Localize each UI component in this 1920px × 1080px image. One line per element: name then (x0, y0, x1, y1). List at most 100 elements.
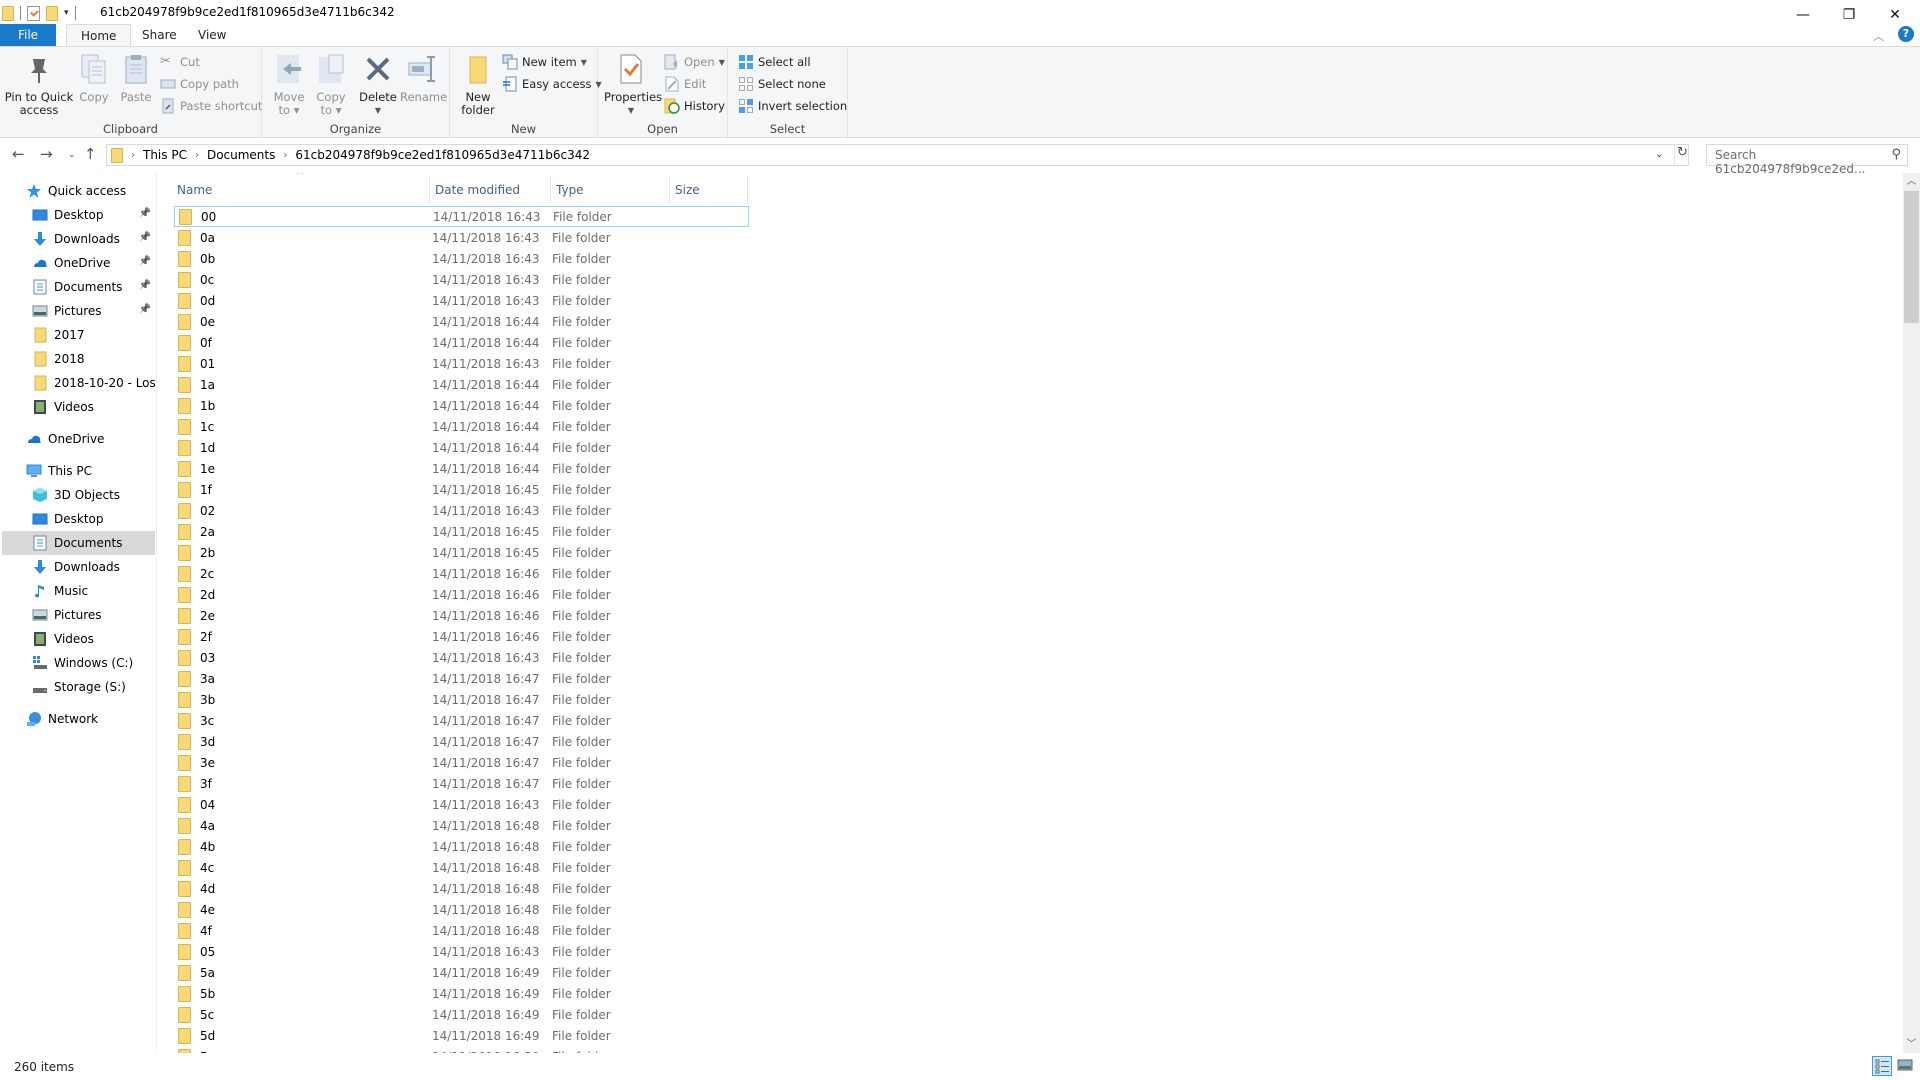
sidebar-item-qa-2018[interactable]: 2018 (2, 347, 155, 371)
scroll-up-icon[interactable]: ︿ (1903, 173, 1920, 190)
file-row[interactable]: 3a 14/11/2018 16:47 File folder (174, 668, 749, 689)
select-none-button[interactable]: Select none (738, 74, 826, 94)
file-row[interactable]: 3c 14/11/2018 16:47 File folder (174, 710, 749, 731)
copy-button[interactable]: Copy (76, 53, 112, 104)
sidebar-item-onedrive[interactable]: OneDrive (2, 427, 155, 451)
sidebar-item-pc-3d-objects[interactable]: 3D Objects (2, 483, 155, 507)
file-row[interactable]: 4c 14/11/2018 16:48 File folder (174, 857, 749, 878)
qat-properties-icon[interactable] (27, 5, 40, 21)
pin-icon[interactable]: 📌 (139, 208, 151, 219)
pin-to-quick-access-button[interactable]: Pin to Quick access (4, 53, 74, 117)
sidebar-item-qa-2018-10-20-lost-la[interactable]: 2018-10-20 - Lost La (2, 371, 155, 395)
sidebar-item-pc-downloads[interactable]: Downloads (2, 555, 155, 579)
refresh-button[interactable]: ↻ (1674, 145, 1690, 165)
sidebar-item-qa-desktop[interactable]: Desktop 📌 (2, 203, 155, 227)
properties-button[interactable]: Properties ▼ (604, 53, 662, 117)
pin-icon[interactable]: 📌 (139, 256, 151, 267)
paste-shortcut-button[interactable]: Paste shortcut (160, 96, 262, 116)
file-row[interactable]: 1c 14/11/2018 16:44 File folder (174, 416, 749, 437)
help-icon[interactable]: ? (1898, 26, 1914, 42)
file-row[interactable]: 2e 14/11/2018 16:46 File folder (174, 605, 749, 626)
properties-dropdown-icon[interactable]: ▼ (604, 104, 658, 117)
tab-share[interactable]: Share (128, 24, 191, 46)
file-row[interactable]: 2b 14/11/2018 16:45 File folder (174, 542, 749, 563)
breadcrumb-separator-icon[interactable]: › (283, 150, 287, 161)
sidebar-item-qa-videos[interactable]: Videos (2, 395, 155, 419)
pin-icon[interactable]: 📌 (139, 280, 151, 291)
file-row[interactable]: 5e14/11/2018 16:50File folder (174, 1046, 749, 1053)
scrollbar-thumb[interactable] (1904, 191, 1919, 323)
file-row[interactable]: 0f 14/11/2018 16:44 File folder (174, 332, 749, 353)
file-row[interactable]: 1f 14/11/2018 16:45 File folder (174, 479, 749, 500)
file-row[interactable]: 1b 14/11/2018 16:44 File folder (174, 395, 749, 416)
file-row[interactable]: 5a 14/11/2018 16:49 File folder (174, 962, 749, 983)
cut-button[interactable]: ✂ Cut (160, 52, 200, 72)
copy-path-button[interactable]: Copy path (160, 74, 239, 94)
breadcrumb-current-folder[interactable]: 61cb204978f9b9ce2ed1f810965d3e4711b6c342 (295, 148, 590, 162)
file-row[interactable]: 02 14/11/2018 16:43 File folder (174, 500, 749, 521)
sidebar-item-network[interactable]: Network (2, 707, 155, 731)
sidebar-item-pc-windows-c-[interactable]: Windows (C:) (2, 651, 155, 675)
collapse-ribbon-icon[interactable]: ︿ (1873, 28, 1884, 44)
file-row[interactable]: 0a 14/11/2018 16:43 File folder (174, 227, 749, 248)
copy-to-button[interactable]: Copy to ▾ (312, 53, 350, 117)
sidebar-item-this-pc[interactable]: This PC (2, 459, 155, 483)
up-button[interactable]: ↑ (84, 145, 97, 163)
qat-new-folder-icon[interactable] (46, 5, 58, 21)
invert-selection-button[interactable]: Invert selection (738, 96, 847, 116)
file-row[interactable]: 5d 14/11/2018 16:49 File folder (174, 1025, 749, 1046)
forward-button[interactable]: → (40, 145, 53, 163)
file-row[interactable]: 3f 14/11/2018 16:47 File folder (174, 773, 749, 794)
pin-icon[interactable]: 📌 (139, 304, 151, 315)
back-button[interactable]: ← (12, 145, 25, 163)
file-row[interactable]: 0e 14/11/2018 16:44 File folder (174, 311, 749, 332)
qat-customize-icon[interactable]: ▾ (64, 8, 69, 18)
column-header-name[interactable]: Name (172, 176, 430, 204)
file-row[interactable]: 1a 14/11/2018 16:44 File folder (174, 374, 749, 395)
delete-dropdown-icon[interactable]: ▼ (358, 104, 398, 117)
file-row[interactable]: 5c 14/11/2018 16:49 File folder (174, 1004, 749, 1025)
move-to-button[interactable]: Move to ▾ (270, 53, 308, 117)
file-row[interactable]: 1d 14/11/2018 16:44 File folder (174, 437, 749, 458)
tab-file[interactable]: File (0, 24, 56, 46)
sidebar-item-pc-music[interactable]: Music (2, 579, 155, 603)
breadcrumb-separator-icon[interactable]: › (131, 150, 135, 161)
file-row[interactable]: 01 14/11/2018 16:43 File folder (174, 353, 749, 374)
delete-button[interactable]: Delete ▼ (358, 53, 398, 117)
search-input[interactable]: Search 61cb204978f9b9ce2ed... ⚲ (1706, 144, 1908, 176)
address-bar[interactable]: › This PC › Documents › 61cb204978f9b9ce… (106, 144, 1689, 166)
breadcrumb-separator-icon[interactable]: › (195, 150, 199, 161)
column-header-type[interactable]: Type (551, 176, 670, 204)
file-row[interactable]: 03 14/11/2018 16:43 File folder (174, 647, 749, 668)
sidebar-item-pc-storage-s-[interactable]: Storage (S:) (2, 675, 155, 699)
file-row[interactable]: 4d 14/11/2018 16:48 File folder (174, 878, 749, 899)
recent-locations-button[interactable]: ⌄ (68, 150, 76, 160)
file-row[interactable]: 2c 14/11/2018 16:46 File folder (174, 563, 749, 584)
file-row[interactable]: 3d 14/11/2018 16:47 File folder (174, 731, 749, 752)
sidebar-item-qa-onedrive[interactable]: OneDrive 📌 (2, 251, 155, 275)
open-button[interactable]: Open ▼ (664, 52, 725, 72)
scroll-down-icon[interactable]: ﹀ (1903, 1036, 1920, 1053)
new-folder-button[interactable]: New folder (456, 53, 500, 117)
breadcrumb-this-pc[interactable]: This PC (143, 148, 187, 162)
file-row[interactable]: 0b 14/11/2018 16:43 File folder (174, 248, 749, 269)
file-row[interactable]: 04 14/11/2018 16:43 File folder (174, 794, 749, 815)
details-view-button[interactable] (1872, 1056, 1892, 1076)
file-row[interactable]: 1e 14/11/2018 16:44 File folder (174, 458, 749, 479)
file-row[interactable]: 05 14/11/2018 16:43 File folder (174, 941, 749, 962)
edit-button[interactable]: Edit (664, 74, 706, 94)
select-all-button[interactable]: Select all (738, 52, 811, 72)
column-header-date-modified[interactable]: Date modified (430, 176, 551, 204)
file-row[interactable]: 4b 14/11/2018 16:48 File folder (174, 836, 749, 857)
file-row[interactable]: 0c 14/11/2018 16:43 File folder (174, 269, 749, 290)
sidebar-item-pc-desktop[interactable]: Desktop (2, 507, 155, 531)
file-row[interactable]: 0d 14/11/2018 16:43 File folder (174, 290, 749, 311)
sidebar-item-pc-pictures[interactable]: Pictures (2, 603, 155, 627)
tab-view[interactable]: View (184, 24, 240, 46)
file-row[interactable]: 3b 14/11/2018 16:47 File folder (174, 689, 749, 710)
sidebar-item-qa-2017[interactable]: 2017 (2, 323, 155, 347)
easy-access-button[interactable]: Easy access ▼ (502, 74, 602, 94)
vertical-scrollbar[interactable]: ︿ ﹀ (1903, 173, 1920, 1053)
sidebar-item-qa-documents[interactable]: Documents 📌 (2, 275, 155, 299)
sidebar-item-quick-access[interactable]: Quick access (2, 179, 155, 203)
